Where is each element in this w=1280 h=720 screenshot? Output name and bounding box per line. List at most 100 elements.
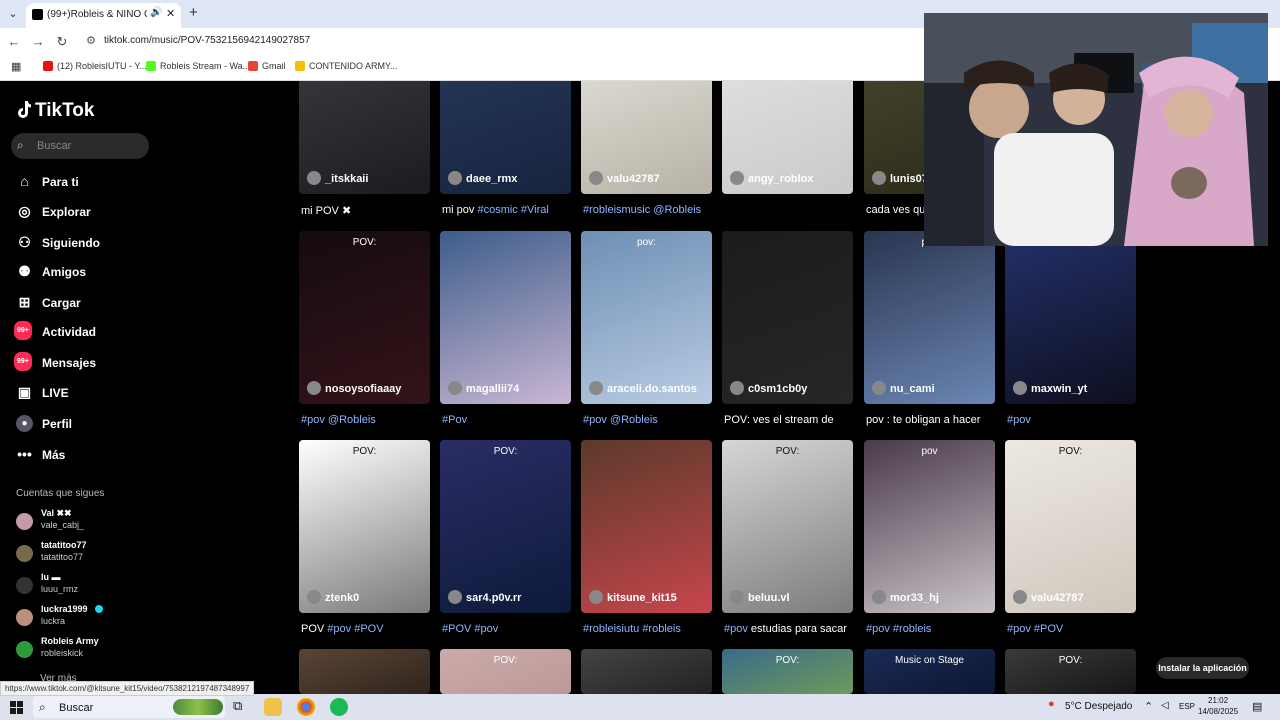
bookmark-drive[interactable]: CONTENIDO ARMY... [295, 61, 397, 71]
video-author[interactable]: maxwin_yt [1013, 381, 1087, 395]
video-author[interactable]: angy_roblox [730, 171, 813, 185]
video-description[interactable]: #Pov [442, 414, 467, 426]
windows-start-icon[interactable] [10, 701, 23, 714]
avatar [448, 590, 462, 604]
chrome-icon[interactable] [297, 698, 315, 716]
video-description[interactable]: #pov #POV [1007, 623, 1063, 635]
video-thumbnail[interactable]: magallii74 [440, 231, 571, 404]
tab-audio-icon[interactable]: 🔊 [150, 7, 162, 18]
video-description[interactable]: #pov @Robleis [583, 414, 658, 426]
tab-close-icon[interactable]: ✕ [166, 7, 175, 20]
video-thumbnail[interactable]: POV: ztenk0 [299, 440, 430, 613]
video-author[interactable]: lunis07 [872, 171, 928, 185]
video-author[interactable]: beluu.vl [730, 590, 790, 604]
video-description[interactable]: #pov estudias para sacar [724, 623, 847, 635]
video-author[interactable]: mor33_hj [872, 590, 939, 604]
video-author[interactable]: nosoysofiaaay [307, 381, 401, 395]
thumbnail-overlay-text: POV: [352, 237, 377, 248]
video-description[interactable]: mi POV ✖ [301, 204, 351, 217]
video-description[interactable]: #pov @Robleis [301, 414, 376, 426]
install-app-button[interactable]: Instalar la aplicación [1156, 657, 1249, 679]
site-info-icon[interactable]: ⚙ [86, 34, 96, 47]
video-description[interactable]: POV: ves el stream de [724, 414, 834, 426]
video-author[interactable]: magallii74 [448, 381, 519, 395]
bookmark-gmail[interactable]: Gmail [248, 61, 286, 71]
video-author[interactable]: araceli.do.santos [589, 381, 697, 395]
language-indicator[interactable]: ESP [1179, 702, 1195, 711]
profile-icon: ● [16, 415, 33, 432]
video-description[interactable]: #POV #pov [442, 623, 498, 635]
video-description[interactable]: #pov #robleis [866, 623, 931, 635]
video-author[interactable]: valu42787 [589, 171, 660, 185]
video-thumbnail[interactable] [299, 649, 430, 694]
video-author[interactable]: nu_cami [872, 381, 935, 395]
reload-icon[interactable]: ↻ [53, 33, 71, 51]
video-author[interactable]: ztenk0 [307, 590, 359, 604]
tiktok-sidebar: TikTok ⌕ Buscar ⌂ Para ti ◎ Explorar ⚇ Sigu… [0, 80, 290, 694]
video-author[interactable]: kitsune_kit15 [589, 590, 677, 604]
tab-search-icon[interactable]: ⌄ [5, 6, 21, 22]
tiktok-favicon-icon [32, 9, 43, 20]
avatar [16, 641, 33, 658]
avatar [307, 590, 321, 604]
video-thumbnail[interactable]: POV: valu42787 [1005, 440, 1136, 613]
video-description[interactable]: cada ves que [866, 204, 931, 216]
video-thumbnail[interactable]: POV: [722, 649, 853, 694]
video-author[interactable]: _itskkaii [307, 171, 368, 185]
video-thumbnail[interactable]: Music on Stage [864, 649, 995, 694]
back-icon[interactable]: ← [5, 33, 23, 51]
video-thumbnail[interactable]: maxwin_yt [1005, 231, 1136, 404]
search-input[interactable]: ⌕ Buscar [11, 133, 149, 159]
avatar [872, 590, 886, 604]
video-description[interactable]: mi pov #cosmic #Viral [442, 204, 549, 216]
home-icon: ⌂ [20, 173, 29, 189]
avatar [16, 545, 33, 562]
thumbnail-overlay-text: pov [921, 446, 938, 457]
video-author[interactable]: daee_rmx [448, 171, 517, 185]
search-placeholder: Buscar [37, 140, 72, 152]
taskbar-search[interactable]: ⌕ Buscar [33, 696, 225, 718]
video-thumbnail[interactable]: c0sm1cb0y [722, 231, 853, 404]
video-description[interactable]: pov : te obligan a hacer [866, 414, 980, 426]
windows-taskbar: ⌕ Buscar ⧉ ● 5°C Despejado ⌃ ESP ◁ 21:02… [0, 694, 1280, 720]
taskbar-clock[interactable]: 21:02 14/08/2025 [1198, 695, 1238, 717]
tiktok-logo[interactable]: TikTok [16, 100, 94, 122]
weather-text[interactable]: 5°C Despejado [1065, 701, 1132, 712]
apps-grid-icon[interactable]: ▦ [11, 60, 21, 73]
bookmark-kick[interactable]: Robleis Stream - Wa... [146, 61, 250, 71]
avatar [589, 590, 603, 604]
video-author[interactable]: sar4.p0v.rr [448, 590, 521, 604]
thumbnail-overlay-text: pov: [637, 237, 656, 248]
video-author[interactable]: valu42787 [1013, 590, 1084, 604]
video-thumbnail[interactable]: POV: [1005, 649, 1136, 694]
volume-icon[interactable]: ◁ [1161, 700, 1169, 711]
browser-tab[interactable]: (99+)Robleis & NIÑO CÓSMICO 🔊 ✕ [26, 3, 181, 28]
more-icon: ••• [17, 446, 32, 462]
video-description[interactable]: #robleismusic @Robleis [583, 204, 701, 216]
video-author[interactable]: c0sm1cb0y [730, 381, 807, 395]
tray-chevron-icon[interactable]: ⌃ [1144, 700, 1153, 713]
video-thumbnail[interactable]: kitsune_kit15 [581, 440, 712, 613]
video-thumbnail[interactable] [581, 649, 712, 694]
avatar [448, 171, 462, 185]
video-thumbnail[interactable]: POV: beluu.vl [722, 440, 853, 613]
video-description[interactable]: POV #pov #POV [301, 623, 384, 635]
bookmark-youtube[interactable]: (12) RobleisIUTU - Y... [43, 61, 147, 71]
webcam-feed-image [924, 13, 1268, 246]
notifications-icon[interactable]: ▤ [1252, 700, 1262, 713]
thumbnail-overlay-text: POV: [775, 655, 800, 666]
forward-icon[interactable]: → [29, 33, 47, 51]
new-tab-icon[interactable]: + [189, 4, 198, 21]
video-thumbnail[interactable]: POV: nosoysofiaaay [299, 231, 430, 404]
video-thumbnail[interactable]: POV: [440, 649, 571, 694]
spotify-icon[interactable] [330, 698, 348, 716]
task-view-icon[interactable]: ⧉ [233, 698, 242, 714]
video-description[interactable]: #pov [1007, 414, 1031, 426]
video-thumbnail[interactable]: povnu_cami [864, 231, 995, 404]
video-thumbnail[interactable]: pov mor33_hj [864, 440, 995, 613]
video-thumbnail[interactable]: pov: araceli.do.santos [581, 231, 712, 404]
video-description[interactable]: #robleisiutu #robleis [583, 623, 681, 635]
video-thumbnail[interactable]: POV: sar4.p0v.rr [440, 440, 571, 613]
address-bar[interactable]: tiktok.com/music/POV-7532156942149027857 [104, 35, 310, 46]
file-explorer-icon[interactable] [264, 698, 282, 716]
